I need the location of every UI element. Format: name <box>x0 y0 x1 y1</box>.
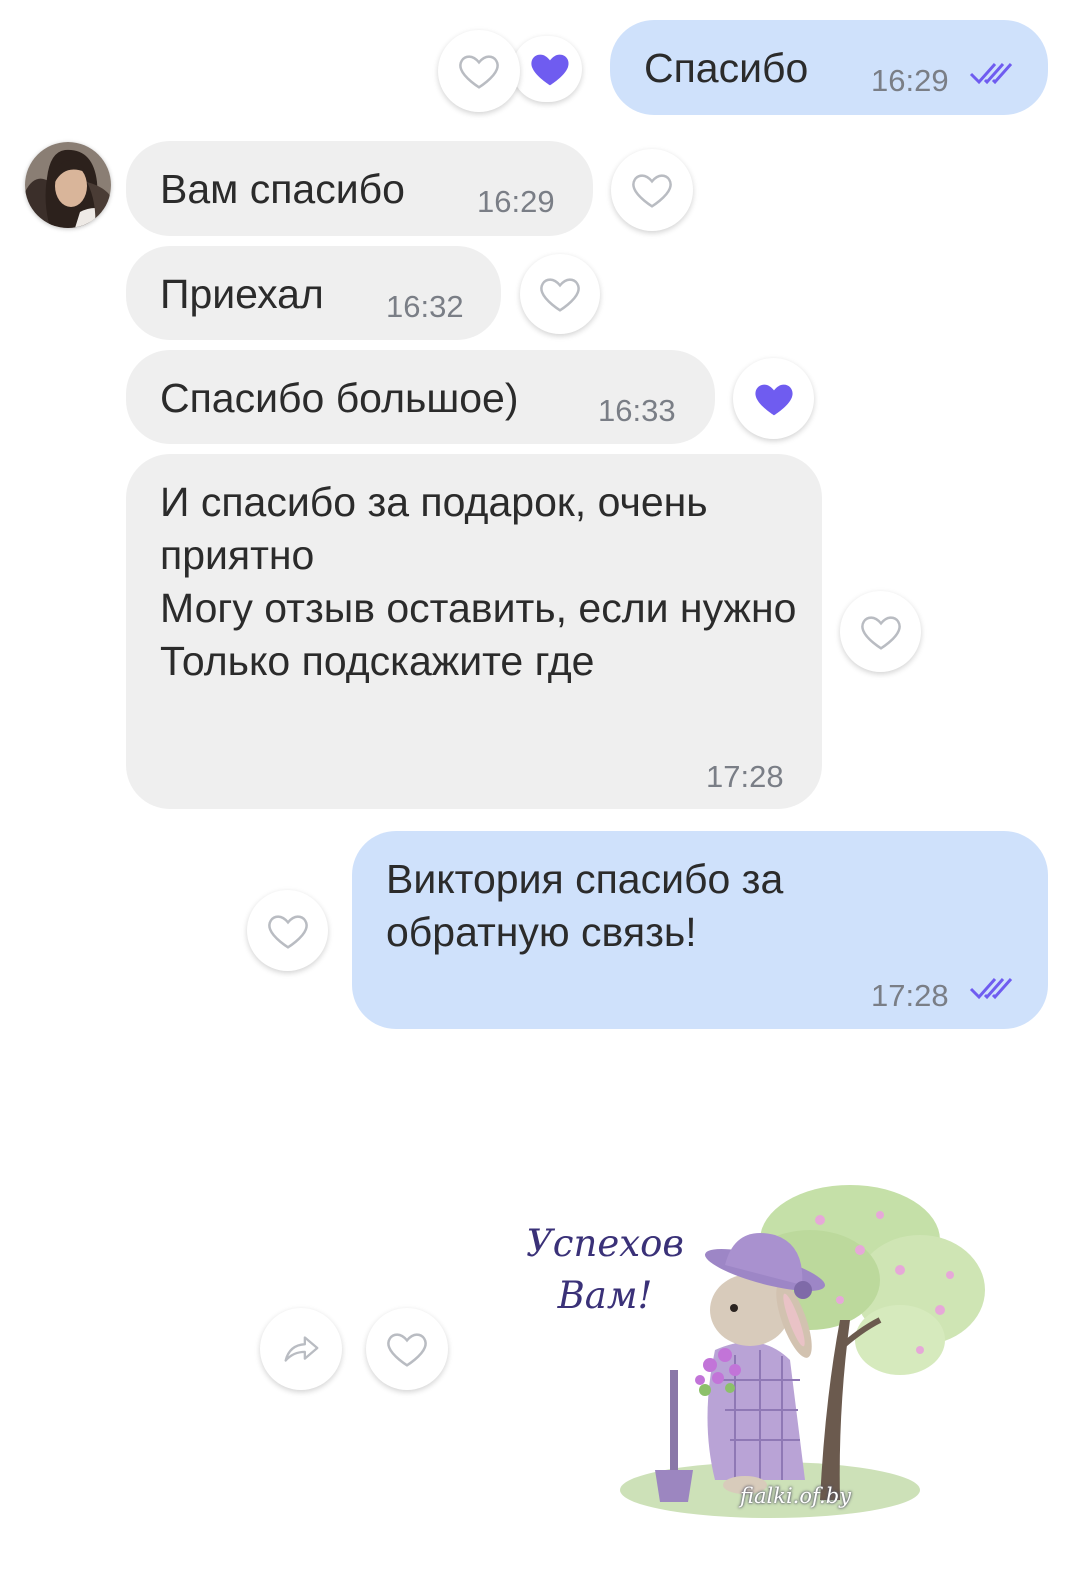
message-time: 16:29 <box>477 184 555 219</box>
like-button[interactable] <box>366 1308 448 1390</box>
incoming-message[interactable]: Спасибо большое) 16:33 <box>126 350 715 444</box>
message-text: Приехал <box>160 271 324 317</box>
heart-outline-icon <box>632 174 672 208</box>
heart-outline-icon <box>459 55 499 89</box>
avatar-photo <box>25 142 111 228</box>
share-button[interactable] <box>260 1308 342 1390</box>
heart-outline-icon <box>540 278 580 312</box>
share-arrow-icon <box>284 1336 319 1362</box>
message-time: 17:28 <box>706 759 784 794</box>
message-text: Вам спасибо <box>160 166 405 212</box>
double-check-icon <box>969 63 1013 85</box>
heart-outline-icon <box>860 615 901 650</box>
like-button[interactable] <box>520 254 600 334</box>
sticker-caption-line-1: Успехов <box>526 1222 684 1265</box>
like-button[interactable] <box>840 591 921 672</box>
message-time: 16:29 <box>871 63 949 98</box>
heart-outline-icon <box>387 1333 427 1367</box>
like-button[interactable] <box>438 30 520 112</box>
message-text: И спасибо за подарок, очень приятно Могу… <box>160 479 797 684</box>
message-text: Спасибо большое) <box>160 375 519 421</box>
message-text: Виктория спасибо за обратную связь! <box>386 856 784 955</box>
reaction-badge[interactable] <box>512 36 582 102</box>
incoming-message[interactable]: И спасибо за подарок, очень приятно Могу… <box>126 454 822 809</box>
message-time: 16:32 <box>386 289 464 324</box>
sticker-caption-line-2: Вам! <box>557 1274 653 1317</box>
message-time: 16:33 <box>598 393 676 428</box>
avatar[interactable] <box>25 142 111 228</box>
filled-heart-icon <box>754 384 793 415</box>
incoming-message[interactable]: Вам спасибо 16:29 <box>126 141 593 236</box>
incoming-message[interactable]: Приехал 16:32 <box>126 246 501 340</box>
sticker-watermark: fialki.of.by <box>740 1484 852 1508</box>
sticker-caption: Успехов Вам! <box>520 1218 690 1322</box>
like-button[interactable] <box>247 890 328 971</box>
message-text: Спасибо <box>644 45 809 91</box>
like-button[interactable] <box>611 149 693 231</box>
outgoing-message[interactable]: Спасибо 16:29 <box>610 20 1048 115</box>
outgoing-message[interactable]: Виктория спасибо за обратную связь! 17:2… <box>352 831 1048 1029</box>
double-check-icon <box>969 978 1013 1000</box>
filled-heart-icon <box>531 54 569 86</box>
message-time: 17:28 <box>871 978 949 1013</box>
like-button[interactable] <box>733 358 814 439</box>
sticker[interactable]: Успехов Вам! fialki.of.by <box>520 1180 990 1525</box>
heart-outline-icon <box>267 914 308 949</box>
